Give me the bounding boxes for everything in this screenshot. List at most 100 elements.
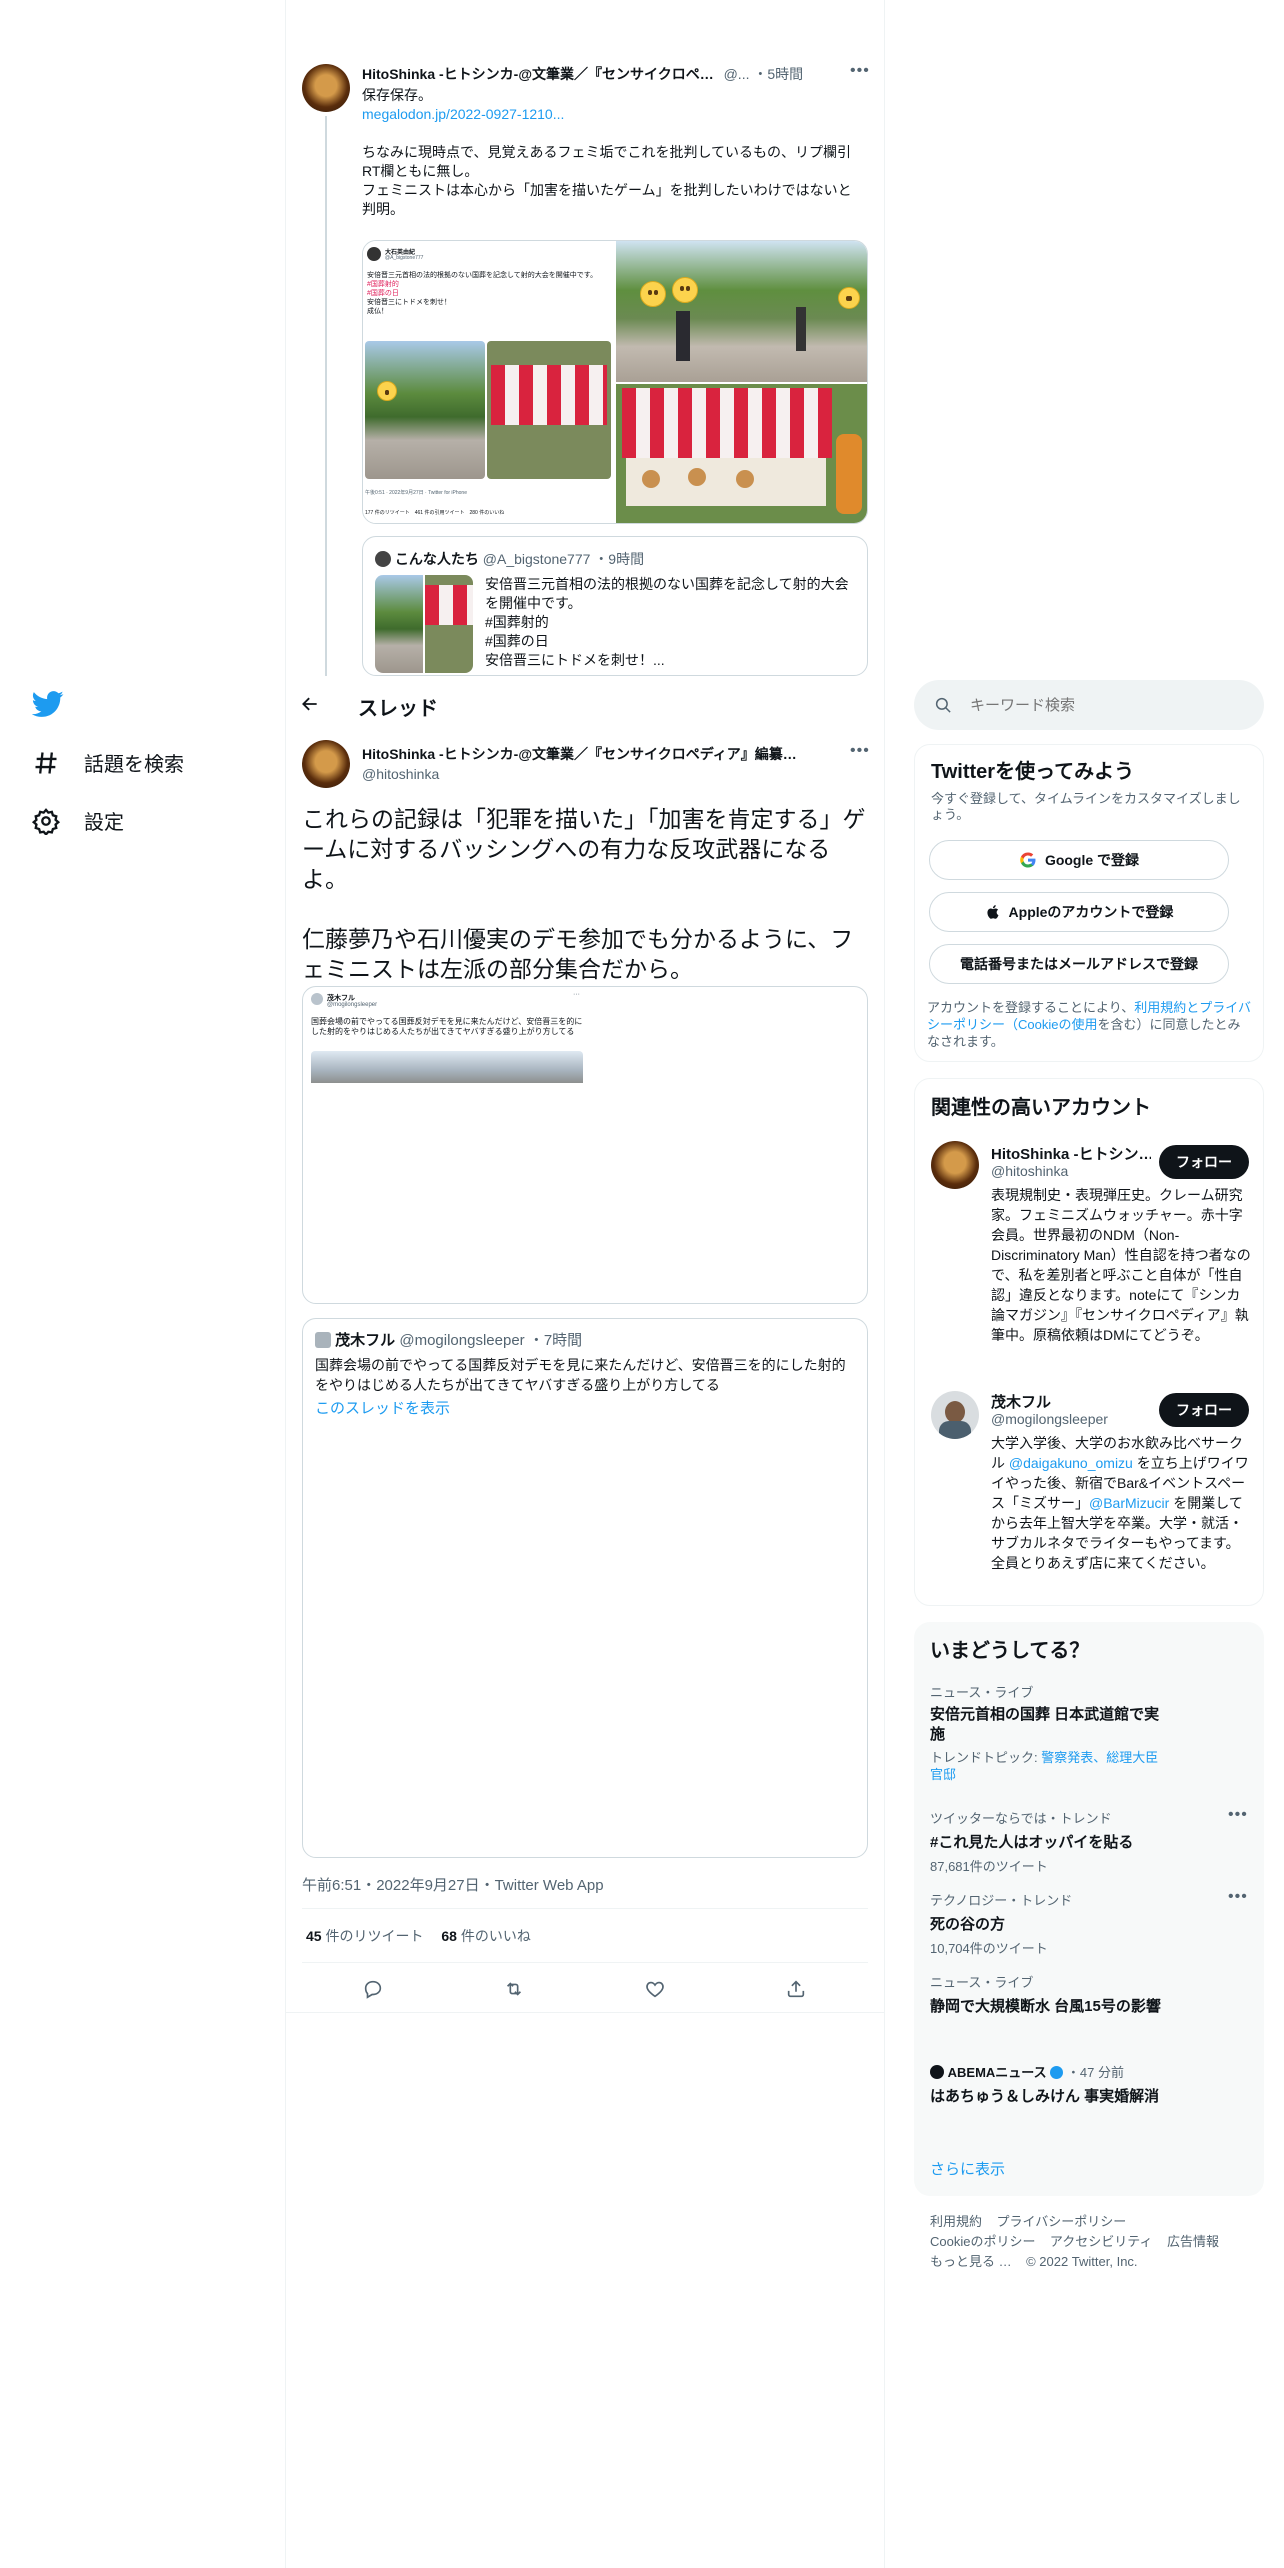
account-handle[interactable]: @mogilongsleeper (991, 1411, 1108, 1427)
more-icon[interactable]: ••• (850, 742, 870, 760)
twitter-logo-icon[interactable] (31, 688, 64, 725)
trends-panel: いまどうしてる？ ニュース・ライブ 安倍元首相の国葬 日本武道館で実施 トレンド… (914, 1622, 1264, 2196)
likes-stat[interactable]: 68 件のいいね (441, 1928, 530, 1944)
avatar[interactable] (931, 1141, 979, 1189)
footer-accessibility-link[interactable]: アクセシビリティ (1050, 2234, 1153, 2249)
avatar[interactable] (302, 740, 350, 788)
related-accounts-panel: 関連性の高いアカウント HitoShinka -ヒトシン… @hitoshink… (914, 1078, 1264, 1606)
retweets-label: 件のリツイート (325, 1928, 424, 1944)
screenshot-stats: 177 件のリツイート 461 件の引用ツイート 280 件のいいね (365, 510, 505, 516)
retweets-stat[interactable]: 45 件のリツイート (306, 1928, 423, 1944)
more-icon[interactable]: ••• (1228, 1888, 1248, 1906)
hashtag-icon (35, 751, 57, 774)
quote-tweet[interactable]: こんな人たち @A_bigstone777 ・9時間 安倍晋三元首相の法的根拠の… (362, 536, 868, 676)
screenshot-photo (365, 341, 485, 479)
screenshot-meta: 午後0:51 · 2022年9月27日 · Twitter for iPhone (365, 490, 467, 496)
trend-count: 10,704件のツイート (930, 1941, 1048, 1956)
footer-copyright: © 2022 Twitter, Inc. (1026, 2254, 1138, 2269)
search-box[interactable] (914, 680, 1264, 730)
trend-item[interactable]: ABEMAニュース ・47 分前 はあちゅう＆しみけん 事実婚解消 (930, 2062, 1230, 2106)
avatar[interactable] (931, 1391, 979, 1439)
quote-time: ・7時間 (528, 1332, 583, 1349)
trend-item[interactable]: ニュース・ライブ 静岡で大規模断水 台風15号の影響 (930, 1972, 1230, 2016)
follow-button[interactable]: フォロー (1159, 1393, 1249, 1427)
quote-text: 安倍晋三元首相の法的根拠のない国葬を記念して射的大会を開催中です。 #国葬射的 … (485, 575, 857, 670)
divider (302, 1962, 868, 1963)
search-icon (935, 697, 951, 713)
avatar[interactable] (302, 64, 350, 112)
quote-author-handle: @A_bigstone777 (482, 551, 591, 567)
tweet-line: 保存保存。 (362, 87, 432, 103)
reply-icon[interactable] (362, 1978, 384, 2000)
trend-item[interactable]: ニュース・ライブ 安倍元首相の国葬 日本武道館で実施 トレンドトピック: 警察発… (930, 1682, 1170, 1783)
author-name[interactable]: HitoShinka -ヒトシンカ-@文筆業／『センサイクロペ… (362, 66, 714, 82)
account-name[interactable]: 茂木フル (991, 1391, 1051, 1412)
trend-category: ニュース・ライブ (930, 1975, 1034, 1990)
screenshot-line: 安倍晋三にトドメを刺せ！ (367, 299, 451, 306)
footer-more-link[interactable]: もっと見る … (930, 2254, 1012, 2269)
apple-signup-button[interactable]: Appleのアカウントで登録 (929, 892, 1229, 932)
follow-button[interactable]: フォロー (1159, 1145, 1249, 1179)
photo-tweet-screenshot[interactable]: 大石英由紀 @A_bigstone777 安倍晋三元首相の法的根拠のない国葬を記… (363, 241, 614, 523)
photo-park[interactable] (616, 241, 867, 382)
bio-mention-link[interactable]: @daigakuno_omizu (1009, 1455, 1133, 1471)
screenshot-line: 成仏！ (367, 308, 388, 315)
arrow-left-icon[interactable] (300, 694, 320, 714)
bio-mention-link[interactable]: @BarMizucir (1089, 1495, 1169, 1511)
footer-ads-link[interactable]: 広告情報 (1167, 2234, 1219, 2249)
tweet-text: 保存保存。 megalodon.jp/2022-0927-1210... ちなみ… (362, 86, 862, 219)
column-divider-left (285, 0, 286, 2568)
screenshot-handle: @A_bigstone777 (385, 255, 424, 261)
google-signup-button[interactable]: Google で登録 (929, 840, 1229, 880)
tweet-media-card[interactable]: 茂木フル @mogilongsleeper ··· 国葬会場の前でやってる国葬反… (302, 986, 868, 1304)
account-handle[interactable]: @hitoshinka (991, 1163, 1068, 1179)
screenshot-line: 安倍晋三元首相の法的根拠のない国葬を記念して射的大会を開催中です。 (367, 272, 598, 279)
footer-cookie-link[interactable]: Cookieのポリシー (930, 2234, 1035, 2249)
account-bio: 大学入学後、大学のお水飲み比べサークル @daigakuno_omizu を立ち… (991, 1433, 1253, 1573)
retweet-icon[interactable] (503, 1978, 525, 2000)
author-handle[interactable]: @hitoshinka (362, 766, 439, 782)
nav-explore-label: 話題を検索 (84, 754, 184, 776)
author-handle[interactable]: @... (724, 66, 750, 82)
tweet-text: これらの記録は「犯罪を描いた」「加害を肯定する」ゲームに対するバッシングへの有力… (302, 804, 868, 984)
more-icon[interactable]: ••• (1228, 1806, 1248, 1824)
nav-explore[interactable]: 話題を検索 (32, 748, 184, 777)
tweet-meta[interactable]: 午前6:51・2022年9月27日・Twitter Web App (302, 1874, 604, 1895)
more-icon[interactable]: ••• (850, 62, 870, 80)
photo-grid[interactable]: 大石英由紀 @A_bigstone777 安倍晋三元首相の法的根拠のない国葬を記… (362, 240, 868, 524)
quote-tweet[interactable]: 茂木フル @mogilongsleeper ・7時間 国葬会場の前でやってる国葬… (302, 1318, 868, 1858)
quote-thumbnail (425, 575, 473, 673)
trend-item[interactable]: テクノロジー・トレンド 死の谷の方 10,704件のツイート (930, 1890, 1230, 1957)
nav-settings[interactable]: 設定 (32, 806, 124, 835)
trend-category: テクノロジー・トレンド (930, 1893, 1073, 1908)
show-thread-link[interactable]: このスレッドを表示 (315, 1397, 450, 1418)
likes-label: 件のいいね (460, 1928, 531, 1944)
media-text: 国葬会場の前でやってる国葬反対デモを見に来たんだけど、安倍晋三を的にした射的をや… (311, 1017, 583, 1036)
avatar (367, 247, 381, 261)
column-divider-right (884, 0, 885, 2568)
account-bio: 表現規制史・表現弾圧史。クレーム研究家。フェミニズムウォッチャー。赤十字会員。世… (991, 1187, 1251, 1343)
search-input[interactable] (970, 692, 1240, 718)
phone-email-signup-button[interactable]: 電話番号またはメールアドレスで登録 (929, 944, 1229, 984)
trend-title: 静岡で大規模断水 台風15号の影響 (930, 1998, 1161, 2015)
trends-title: いまどうしてる？ (930, 1640, 1090, 1662)
author-name[interactable]: HitoShinka -ヒトシンカ-@文筆業／『センサイクロペディア』編纂… (362, 744, 822, 764)
tweet-time[interactable]: ・5時間 (753, 66, 803, 82)
photo-stall[interactable] (616, 384, 867, 523)
heart-icon[interactable] (644, 1978, 666, 2000)
avatar (315, 1332, 331, 1348)
page-title: スレッド (358, 698, 438, 720)
avatar (311, 993, 323, 1005)
account-name[interactable]: HitoShinka -ヒトシン… (991, 1143, 1151, 1164)
footer-terms-link[interactable]: 利用規約 (930, 2214, 982, 2229)
share-icon[interactable] (785, 1978, 807, 2000)
tweet-paragraph: ちなみに現時点で、見覚えあるフェミ垢でこれを批判しているもの、リプ欄引RT欄とも… (362, 144, 852, 179)
show-more-link[interactable]: さらに表示 (930, 2158, 1005, 2179)
footer-privacy-link[interactable]: プライバシーポリシー (996, 2214, 1126, 2229)
trend-count: 87,681件のツイート (930, 1859, 1048, 1874)
thread-header: スレッド (286, 678, 884, 730)
avatar (375, 551, 391, 567)
quote-author-handle: @mogilongsleeper (399, 1332, 525, 1349)
trend-item[interactable]: ツイッターならでは・トレンド #これ見た人はオッパイを貼る 87,681件のツイ… (930, 1808, 1230, 1875)
tweet-link[interactable]: megalodon.jp/2022-0927-1210... (362, 105, 862, 124)
